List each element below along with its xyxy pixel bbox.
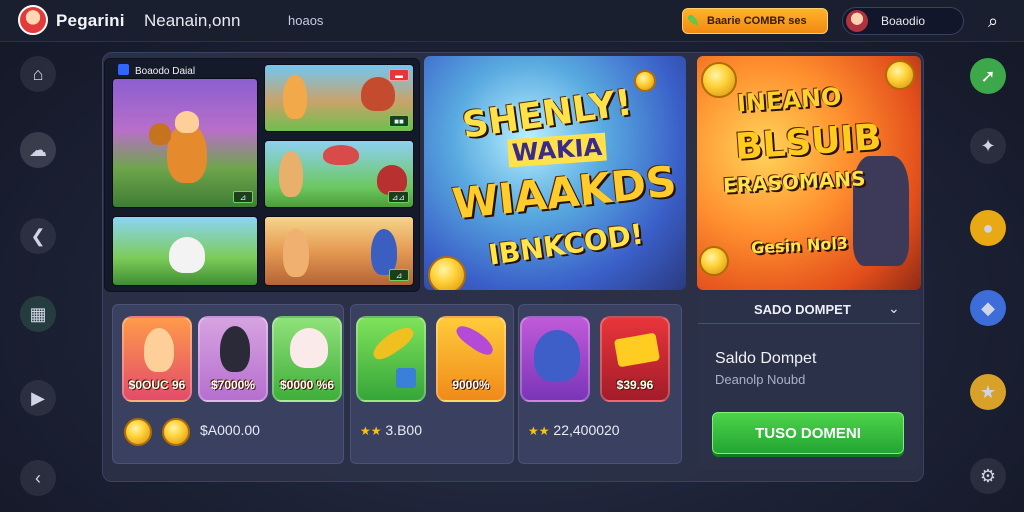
wallet-title: Saldo Dompet [715,350,817,367]
character-figure [283,75,307,119]
back-arrow-icon[interactable]: ❮ [20,218,56,254]
play-icon[interactable]: ▶ [20,380,56,416]
banner-line-3: ERASOMANS [722,166,867,198]
coin-icon [699,246,729,276]
star-icon: ★★ [528,424,550,438]
banner-line-2: WAKIA [507,132,607,168]
coin-icon[interactable]: ● [970,210,1006,246]
chevron-down-icon[interactable]: ⌄ [888,300,900,317]
promo-button[interactable]: ✎ Baarie COMBR ses [682,8,828,34]
shop-item[interactable]: $39.96 [600,316,670,402]
banner-line-1: INEANO [736,82,843,118]
hammer-prop [149,123,171,145]
item-price: $39.96 [616,378,654,392]
coin-icon [428,256,466,290]
promo-label: Baarie COMBR ses [707,15,807,27]
character-figure [144,328,174,372]
gem-figure [453,321,497,359]
banner-line-4: IBNKCOD! [486,217,646,272]
trophy-icon[interactable]: ★ [970,374,1006,410]
gold-bar-figure [613,332,661,368]
home-icon[interactable]: ⌂ [20,56,56,92]
shop-item[interactable]: 9000% [436,316,506,402]
character-figure [279,151,303,197]
game-tile[interactable]: ⊿ [112,78,258,208]
rocket-figure [368,322,418,364]
tile-badge: ■■ [389,115,409,127]
gift-icon[interactable]: ◆ [970,290,1006,326]
card-rating: ★★ 22,400020 [528,422,620,438]
tile-badge: ⊿ [233,191,253,203]
banner-line-3: WIAAKDS [450,156,679,229]
card-rating: ★★ 3.B00 [360,422,422,438]
avatar [846,10,868,32]
tile-badge: ⊿ [389,269,409,281]
tile-badge-top: ▬ [389,69,409,81]
clown-figure [290,328,328,368]
gem-figure [396,368,416,388]
game-tile[interactable]: ▬ ■■ [264,64,414,132]
shop-item[interactable]: $0OUC 96 [122,316,192,402]
promo-banner-left[interactable]: SHENLY! WAKIA WIAAKDS IBNKCOD! [424,56,686,290]
shop-item[interactable]: $7000% [198,316,268,402]
character-head [175,111,199,133]
wallet-header[interactable]: SADO DOMPET ⌄ [698,294,920,324]
chat-icon[interactable]: ☁ [20,132,56,168]
profile-pill[interactable]: Boaodio [842,7,964,35]
coin-icon [634,70,656,92]
brand-subtitle: Neanain,onn [144,11,241,30]
game-tile[interactable]: ⊿ [264,216,414,286]
shop-item[interactable] [356,316,426,402]
search-icon[interactable]: ⌕ [980,8,1006,34]
shop-item[interactable] [520,316,590,402]
item-price: $0OUC 96 [128,378,186,392]
bear-figure [534,330,580,382]
tile-badge: ⊿⊿ [387,191,409,203]
promo-banner-right[interactable]: INEANO BLSUIB ERASOMANS Gesin Nol3 [697,56,921,290]
item-price: $0000 %6 [279,378,335,392]
checkbox-icon[interactable] [118,64,129,75]
wallet-action-button[interactable]: TUSO DOMENI [712,412,904,454]
banner-line-4: Gesin Nol3 [750,233,849,258]
chevron-left-icon[interactable]: ‹ [20,460,56,496]
creature-figure [169,237,205,273]
brand-logo[interactable] [18,5,48,35]
wallet-subtitle: Deanolp Noubd [715,372,806,387]
game-tile[interactable]: ⊿⊿ [264,140,414,208]
top-bar: Pegarini Neanain,onn hoaos ✎ Baarie COMB… [0,0,1024,42]
profile-name: Boaodio [881,14,926,28]
penguin-figure [220,326,250,372]
brand-title: Pegarini [56,11,125,30]
shop-item[interactable]: $0000 %6 [272,316,342,402]
settings-icon[interactable]: ⚙ [970,458,1006,494]
coin-icon [124,418,152,446]
coin-icon [162,418,190,446]
prop-figure [361,77,395,111]
pencil-icon: ✎ [687,13,700,30]
game-pad-icon[interactable]: ✦ [970,128,1006,164]
wallet-header-label: SADO DOMPET [754,302,851,317]
star-icon: ★★ [360,424,382,438]
card-balance: $A000.00 [200,422,260,438]
share-icon[interactable]: ➚ [970,58,1006,94]
game-tile[interactable] [112,216,258,286]
nav-link[interactable]: hoaos [288,13,323,28]
item-price: 9000% [452,378,490,392]
grid-header: Boaodo Daial [118,64,195,77]
coin-icon [701,62,737,98]
mushroom-hat [323,145,359,165]
item-price: $7000% [210,378,256,392]
grid-icon[interactable]: ▦ [20,296,56,332]
coin-icon [885,60,915,90]
character-figure [283,229,309,277]
